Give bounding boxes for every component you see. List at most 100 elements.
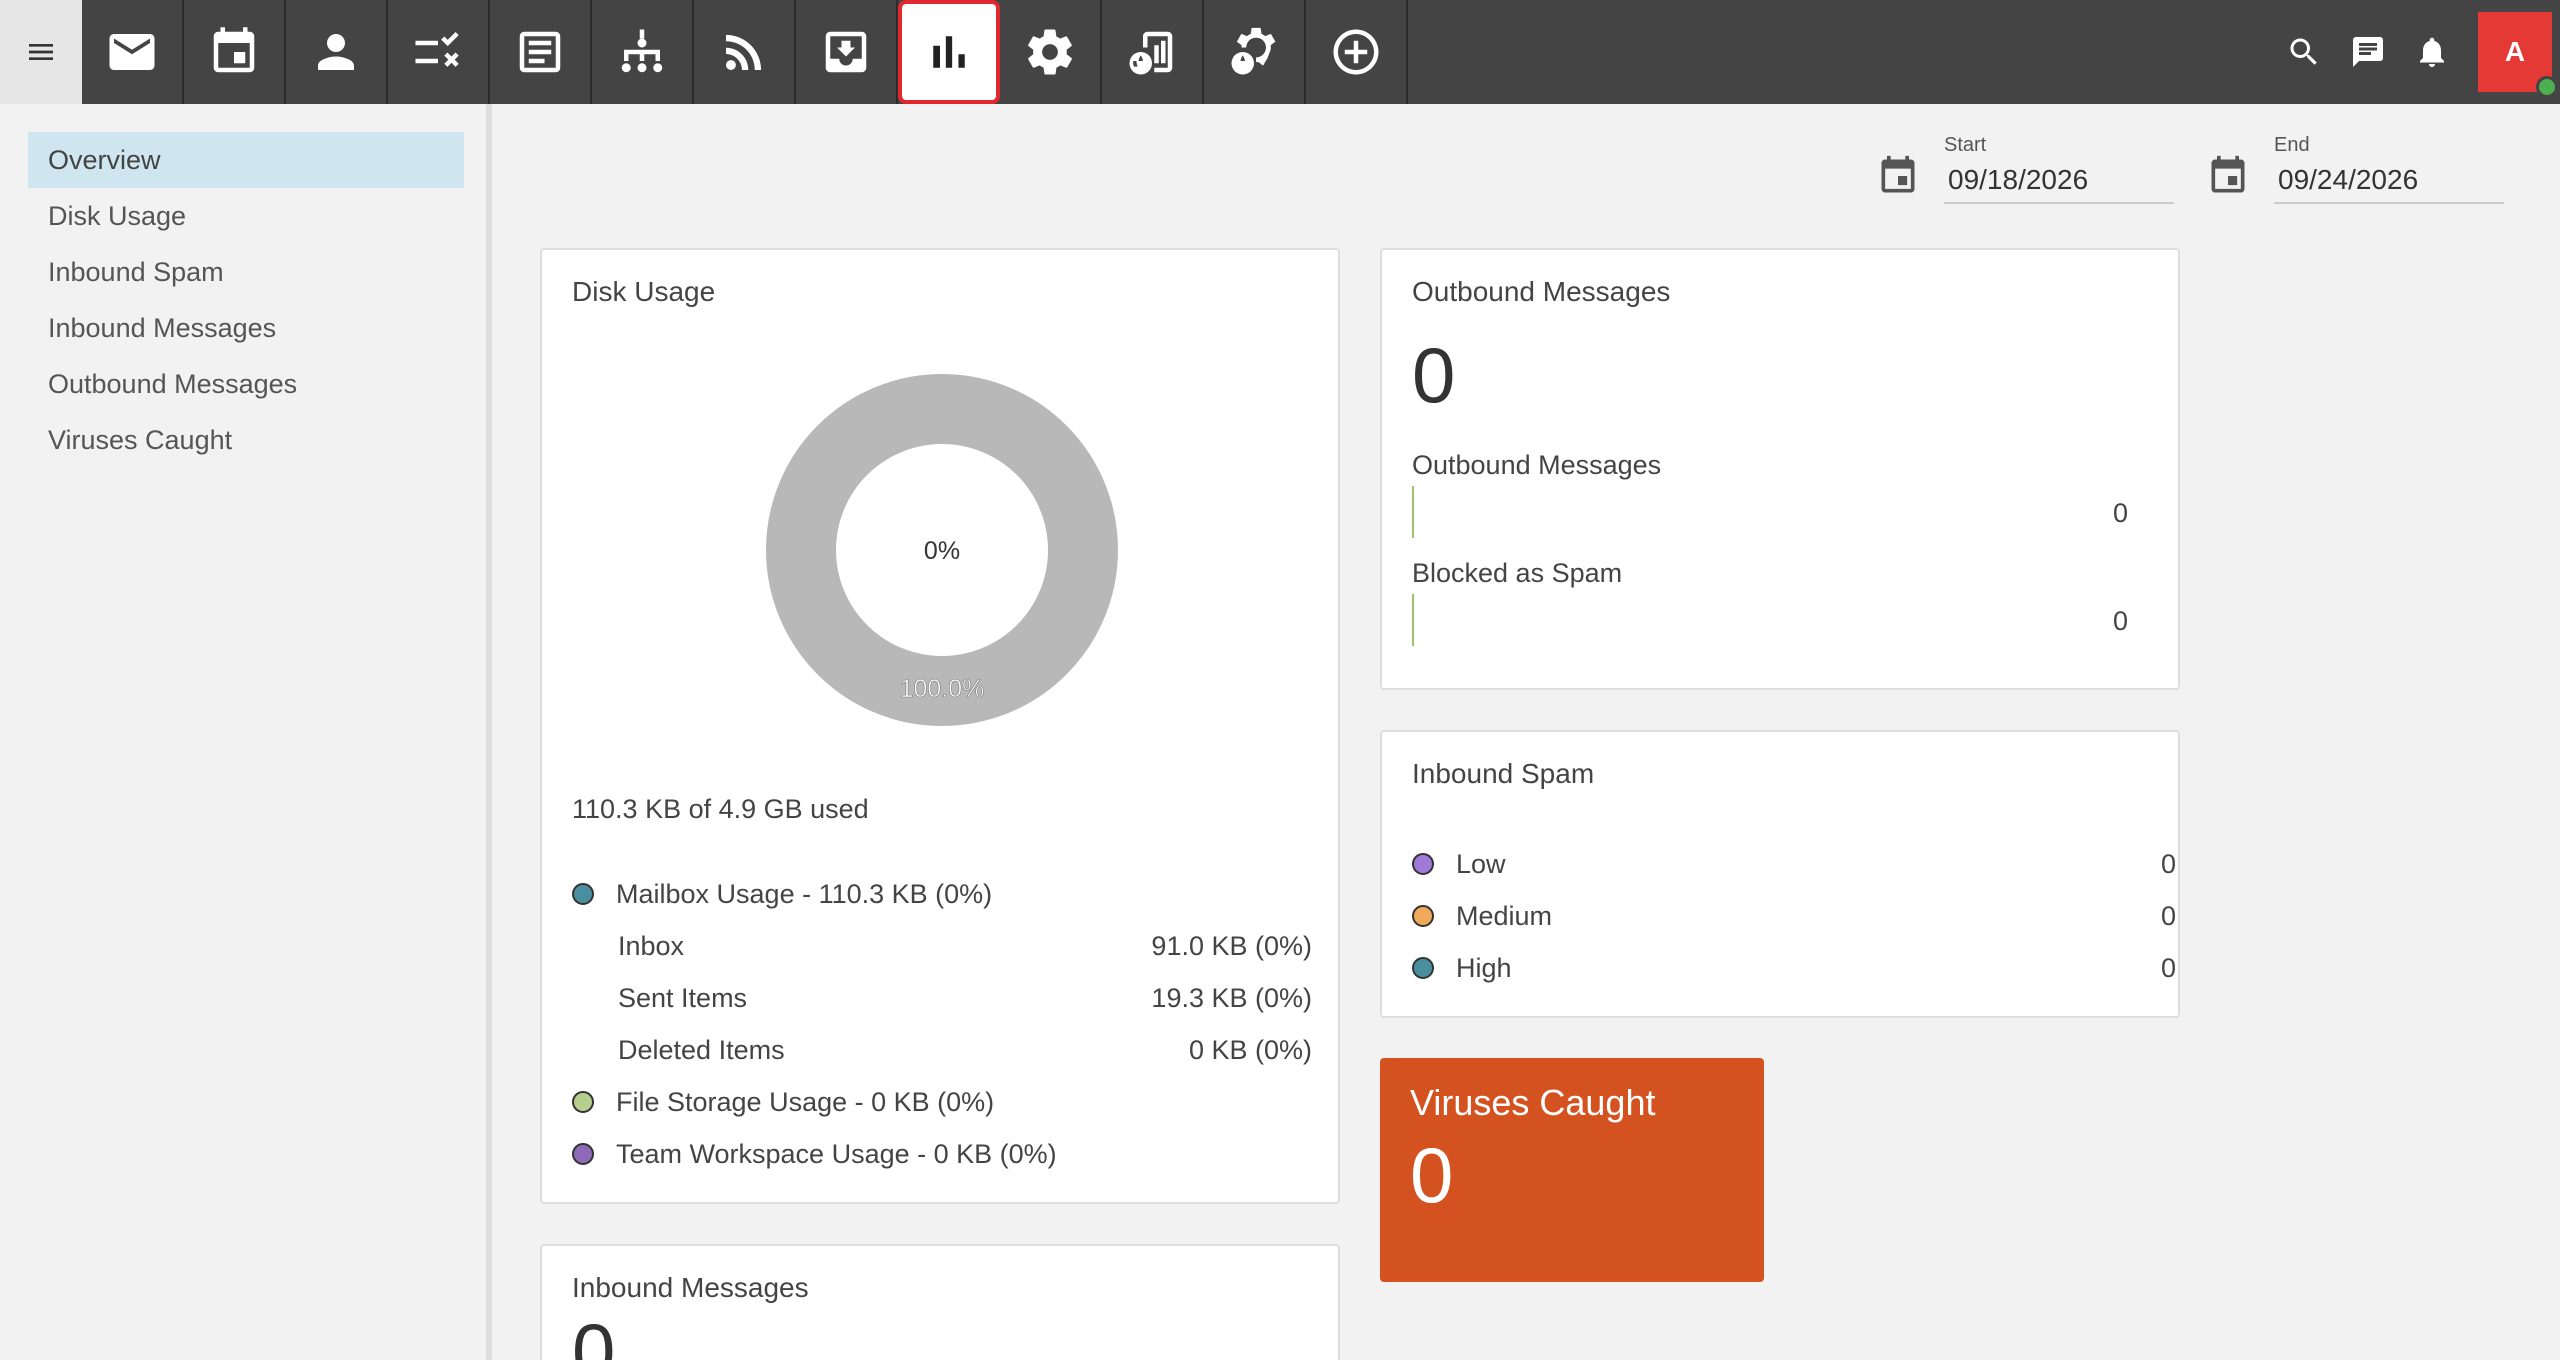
end-date-picker: End 09/24/2026 (2206, 126, 2506, 206)
legend-dot (572, 1143, 594, 1165)
inbound-spam-title: Inbound Spam (1412, 758, 1595, 789)
stat-bar-outbound (1412, 486, 1414, 538)
start-date-input[interactable]: 09/18/2026 (1944, 158, 2174, 204)
end-date-input[interactable]: 09/24/2026 (2274, 158, 2504, 204)
list-item: Sent Items 19.3 KB (0%) (618, 978, 1312, 1018)
add-tool-button[interactable] (1306, 0, 1408, 104)
stat-bar-blocked (1412, 594, 1414, 646)
inbound-messages-total: 0 (572, 1307, 616, 1360)
archive-tool-button[interactable] (796, 0, 898, 104)
mail-icon (109, 34, 155, 70)
legend-dot (572, 883, 594, 905)
end-date-label: End (2274, 134, 2310, 156)
legend-label: Mailbox Usage - 110.3 KB (0%) (616, 878, 993, 909)
outbound-messages-title: Outbound Messages (1412, 276, 1671, 307)
domain-reports-tool-button[interactable] (1102, 0, 1204, 104)
spam-level-label: Low (1456, 848, 1506, 879)
outbound-messages-total: 0 (1412, 331, 1456, 419)
notes-tool-button[interactable] (490, 0, 592, 104)
person-icon (318, 34, 354, 70)
menu-icon (29, 44, 53, 60)
spam-level-count: 0 (2160, 952, 2176, 983)
calendar-icon[interactable] (2206, 154, 2250, 198)
start-date-picker: Start 09/18/2026 (1876, 126, 2176, 206)
spam-level-label: High (1456, 952, 1512, 983)
reports-sidebar: Overview Disk Usage Inbound Spam Inbound… (0, 104, 492, 1360)
org-chart-icon (621, 29, 663, 73)
calendar-tool-button[interactable] (184, 0, 286, 104)
sidebar-item-disk-usage[interactable]: Disk Usage (28, 188, 464, 244)
header-actions: A (2272, 0, 2560, 104)
feeds-tool-button[interactable] (694, 0, 796, 104)
sidebar-item-overview[interactable]: Overview (28, 132, 464, 188)
user-avatar-button[interactable]: A (2478, 12, 2558, 98)
disk-usage-donut-chart: 0% 100.0% (766, 374, 1118, 726)
stat-value-blocked: 0 (2112, 606, 2128, 636)
donut-center-label: 0% (924, 537, 960, 565)
folder-size: 0 KB (0%) (1188, 1034, 1312, 1065)
directory-tool-button[interactable] (592, 0, 694, 104)
hamburger-menu-button[interactable] (0, 0, 82, 104)
sidebar-item-outbound-messages[interactable]: Outbound Messages (28, 356, 464, 412)
stat-label-blocked: Blocked as Spam (1412, 558, 1623, 588)
reports-tool-button[interactable] (898, 0, 1000, 104)
legend-label: Team Workspace Usage - 0 KB (0%) (616, 1138, 1057, 1169)
search-button[interactable] (2272, 0, 2336, 104)
viruses-caught-count: 0 (1410, 1131, 1454, 1219)
inbound-messages-card: Inbound Messages 0 (540, 1244, 1340, 1360)
avatar-initial: A (2504, 36, 2526, 67)
online-status-indicator (2536, 76, 2558, 98)
legend-dot (1412, 957, 1434, 979)
domain-settings-tool-button[interactable] (1204, 0, 1306, 104)
spam-level-count: 0 (2160, 848, 2176, 879)
rss-icon (726, 34, 762, 70)
legend-mailbox-usage: Mailbox Usage - 110.3 KB (0%) (572, 874, 1312, 914)
donut-slice-label: 100.0% (900, 675, 985, 703)
bell-icon (2420, 37, 2444, 67)
list-item: Inbox 91.0 KB (0%) (618, 926, 1312, 966)
folder-name: Sent Items (618, 982, 748, 1013)
notifications-button[interactable] (2400, 0, 2464, 104)
folder-size: 19.3 KB (0%) (1151, 982, 1312, 1013)
inbound-spam-card: Inbound Spam Low 0 Medium 0 High 0 (1380, 730, 2180, 1018)
disk-usage-summary: 110.3 KB of 4.9 GB used (572, 794, 869, 824)
spam-level-count: 0 (2160, 900, 2176, 931)
calendar-icon (213, 27, 255, 73)
gear-icon (1028, 29, 1072, 75)
legend-dot (572, 1091, 594, 1113)
search-icon (2290, 38, 2317, 65)
globe-report-icon (1129, 31, 1173, 75)
spam-level-label: Medium (1456, 900, 1553, 931)
stat-label-outbound: Outbound Messages (1412, 450, 1662, 480)
spam-row-low: Low 0 (1412, 844, 2176, 884)
spam-row-medium: Medium 0 (1412, 896, 2176, 936)
calendar-icon[interactable] (1876, 154, 1920, 198)
sidebar-item-viruses-caught[interactable]: Viruses Caught (28, 412, 464, 468)
tasks-tool-button[interactable] (388, 0, 490, 104)
contacts-tool-button[interactable] (286, 0, 388, 104)
globe-gear-icon (1231, 27, 1276, 75)
outbound-messages-card: Outbound Messages 0 Outbound Messages 0 … (1380, 248, 2180, 690)
disk-usage-card: Disk Usage 0% 100.0% 110.3 KB of 4.9 GB … (540, 248, 1340, 1204)
legend-file-storage-usage: File Storage Usage - 0 KB (0%) (572, 1082, 1312, 1122)
legend-dot (1412, 905, 1434, 927)
chat-button[interactable] (2336, 0, 2400, 104)
sidebar-item-inbound-spam[interactable]: Inbound Spam (28, 244, 464, 300)
settings-tool-button[interactable] (1000, 0, 1102, 104)
viruses-caught-title: Viruses Caught (1410, 1082, 1656, 1123)
stat-value-outbound: 0 (2112, 498, 2128, 528)
legend-team-workspace-usage: Team Workspace Usage - 0 KB (0%) (572, 1134, 1312, 1174)
checklist-icon (415, 31, 459, 67)
chat-icon (2353, 37, 2383, 67)
bar-chart-icon (933, 36, 965, 68)
mail-tool-button[interactable] (82, 0, 184, 104)
viruses-caught-tile[interactable]: Viruses Caught 0 (1380, 1058, 1764, 1282)
sidebar-item-inbound-messages[interactable]: Inbound Messages (28, 300, 464, 356)
legend-label: File Storage Usage - 0 KB (0%) (616, 1086, 995, 1117)
add-circle-icon (1333, 29, 1379, 75)
folder-size: 91.0 KB (0%) (1151, 930, 1312, 961)
notes-icon (519, 31, 561, 73)
inbound-messages-title: Inbound Messages (572, 1272, 809, 1303)
folder-name: Inbox (618, 930, 685, 961)
legend-dot (1412, 853, 1434, 875)
